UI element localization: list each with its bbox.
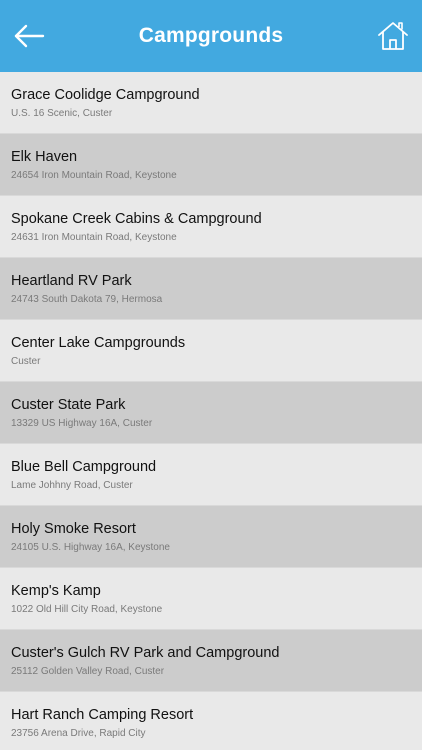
campground-address: 25112 Golden Valley Road, Custer: [11, 666, 165, 677]
campground-address: Lame Johhny Road, Custer: [11, 480, 133, 491]
list-item[interactable]: Blue Bell Campground Lame Johhny Road, C…: [0, 444, 422, 506]
campground-name: Custer State Park: [11, 397, 126, 413]
campground-name: Spokane Creek Cabins & Campground: [11, 211, 262, 227]
campground-name: Elk Haven: [11, 149, 78, 165]
list-item[interactable]: Custer State Park 13329 US Highway 16A, …: [0, 382, 422, 444]
campground-address: 24654 Iron Mountain Road, Keystone: [11, 170, 177, 181]
app-screen: Campgrounds Grace Coolidge Campground U.…: [0, 0, 422, 750]
campground-address: 13329 US Highway 16A, Custer: [11, 418, 153, 429]
campground-address: 24105 U.S. Highway 16A, Keystone: [11, 542, 170, 553]
campground-name: Blue Bell Campground: [11, 459, 157, 475]
campground-address: 23756 Arena Drive, Rapid City: [11, 728, 146, 739]
campground-address: 1022 Old Hill City Road, Keystone: [11, 604, 163, 615]
home-button[interactable]: [376, 20, 410, 52]
list-item[interactable]: Center Lake Campgrounds Custer: [0, 320, 422, 382]
campground-name: Kemp's Kamp: [11, 583, 101, 599]
home-icon: [378, 22, 408, 50]
page-title: Campgrounds: [138, 24, 284, 47]
list-item[interactable]: Holy Smoke Resort 24105 U.S. Highway 16A…: [0, 506, 422, 568]
campground-name: Center Lake Campgrounds: [11, 335, 186, 351]
list-item[interactable]: Heartland RV Park 24743 South Dakota 79,…: [0, 258, 422, 320]
list-item[interactable]: Hart Ranch Camping Resort 23756 Arena Dr…: [0, 692, 422, 750]
campground-name: Custer's Gulch RV Park and Campground: [11, 645, 280, 661]
list-item[interactable]: Elk Haven 24654 Iron Mountain Road, Keys…: [0, 134, 422, 196]
campground-name: Holy Smoke Resort: [11, 521, 136, 537]
campground-list: Grace Coolidge Campground U.S. 16 Scenic…: [0, 72, 422, 750]
campground-name: Grace Coolidge Campground: [11, 87, 200, 103]
list-item[interactable]: Grace Coolidge Campground U.S. 16 Scenic…: [0, 72, 422, 134]
campground-name: Hart Ranch Camping Resort: [11, 707, 194, 723]
list-item[interactable]: Kemp's Kamp 1022 Old Hill City Road, Key…: [0, 568, 422, 630]
nav-bar: Campgrounds: [0, 0, 422, 72]
campground-name: Heartland RV Park: [11, 273, 132, 289]
campground-address: Custer: [11, 356, 41, 367]
campground-address: 24631 Iron Mountain Road, Keystone: [11, 232, 177, 243]
campground-address: 24743 South Dakota 79, Hermosa: [11, 294, 163, 305]
list-item[interactable]: Custer's Gulch RV Park and Campground 25…: [0, 630, 422, 692]
campground-address: U.S. 16 Scenic, Custer: [11, 108, 113, 119]
list-item[interactable]: Spokane Creek Cabins & Campground 24631 …: [0, 196, 422, 258]
